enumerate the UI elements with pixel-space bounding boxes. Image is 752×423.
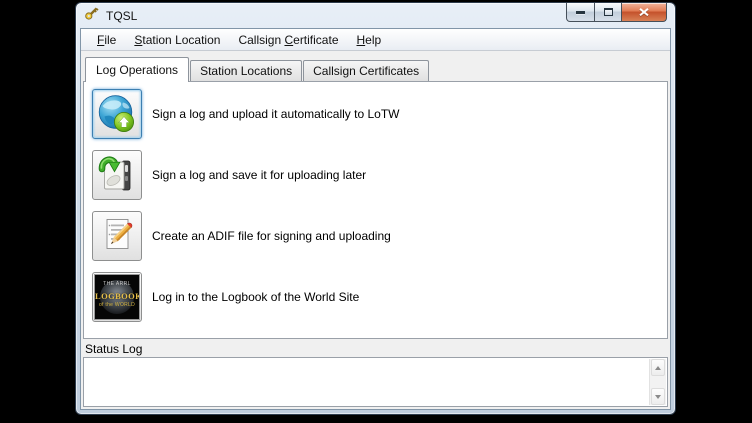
status-scrollbar[interactable] [649, 359, 666, 405]
scroll-up-icon [655, 366, 661, 370]
lotw-login-button[interactable]: THE ARRL LOGBOOK of the WORLD [92, 272, 142, 322]
window-body: File Station Location Callsign Certifica… [80, 28, 671, 410]
tqsl-window: TQSL File Station Location Callsign Cert… [75, 2, 676, 415]
menu-file[interactable]: File [88, 31, 125, 49]
globe-upload-icon [97, 94, 137, 134]
lotw-logo-icon: THE ARRL LOGBOOK of the WORLD [95, 275, 139, 319]
lotw-logo-top-text: THE ARRL [95, 281, 139, 287]
menubar: File Station Location Callsign Certifica… [81, 29, 670, 51]
window-title: TQSL [106, 9, 137, 23]
tab-station-locations[interactable]: Station Locations [190, 60, 302, 81]
lotw-logo-bottom-text: of the WORLD [95, 302, 139, 308]
menu-callsign-certificate[interactable]: Callsign Certificate [229, 31, 347, 49]
menu-station-location[interactable]: Station Location [125, 31, 229, 49]
log-operations-panel: Sign a log and upload it automatically t… [83, 81, 668, 339]
tab-strip: Log Operations Station Locations Callsig… [83, 57, 668, 81]
status-log-label: Status Log [83, 341, 668, 357]
action-label-lotw: Log in to the Logbook of the World Site [152, 290, 359, 304]
action-label-upload: Sign a log and upload it automatically t… [152, 107, 399, 121]
action-row-lotw: THE ARRL LOGBOOK of the WORLD Log in to … [92, 272, 661, 322]
action-label-save: Sign a log and save it for uploading lat… [152, 168, 366, 182]
save-for-later-icon [97, 155, 137, 195]
window-controls [566, 3, 667, 22]
minimize-icon [576, 11, 585, 14]
action-label-adif: Create an ADIF file for signing and uplo… [152, 229, 391, 243]
app-key-icon[interactable] [84, 5, 100, 26]
tab-log-operations[interactable]: Log Operations [85, 57, 189, 82]
adif-pencil-icon [97, 216, 137, 256]
menu-help[interactable]: Help [348, 31, 391, 49]
action-row-upload: Sign a log and upload it automatically t… [92, 89, 661, 139]
scroll-down-button[interactable] [651, 388, 665, 405]
status-log-content [84, 358, 649, 406]
sign-save-button[interactable] [92, 150, 142, 200]
maximize-button[interactable] [595, 3, 622, 22]
scroll-up-button[interactable] [651, 359, 665, 376]
close-button[interactable] [622, 3, 667, 22]
create-adif-button[interactable] [92, 211, 142, 261]
lotw-logo-main-text: LOGBOOK [95, 291, 139, 301]
minimize-button[interactable] [566, 3, 595, 22]
maximize-icon [604, 8, 613, 16]
action-row-save: Sign a log and save it for uploading lat… [92, 150, 661, 200]
titlebar[interactable]: TQSL [76, 3, 675, 28]
scroll-down-icon [655, 395, 661, 399]
close-icon [638, 7, 650, 17]
tab-callsign-certificates[interactable]: Callsign Certificates [303, 60, 429, 81]
action-row-adif: Create an ADIF file for signing and uplo… [92, 211, 661, 261]
tabs-area: Log Operations Station Locations Callsig… [83, 57, 668, 339]
status-log-box[interactable] [83, 357, 668, 407]
sign-upload-button[interactable] [92, 89, 142, 139]
status-area: Status Log [83, 341, 668, 407]
